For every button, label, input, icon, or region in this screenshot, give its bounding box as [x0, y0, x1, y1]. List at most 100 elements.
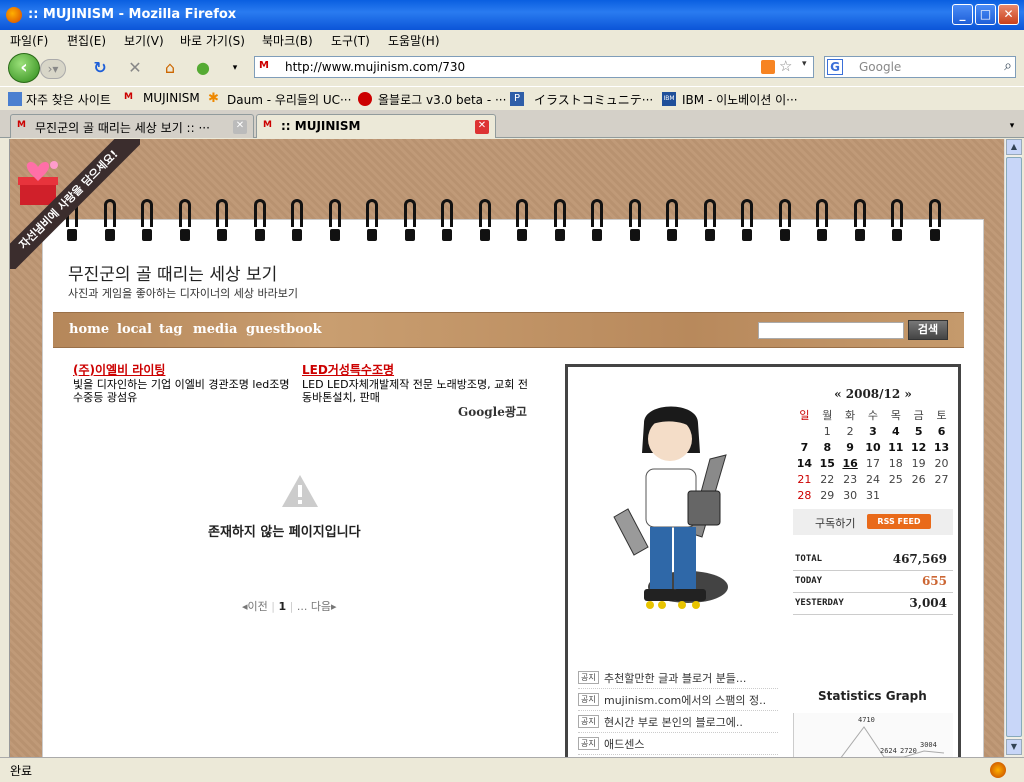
calendar-day[interactable]: 7 [793, 439, 816, 455]
charity-ribbon[interactable]: 자선냄비에 사랑을 담으세요! [10, 139, 140, 269]
pager-next[interactable]: ... 다음▸ [297, 600, 337, 613]
calendar-day[interactable]: 6 [930, 423, 953, 439]
ad-heading[interactable]: (주)이엘비 라이팅 [73, 361, 303, 378]
addon-icon[interactable]: ● [193, 58, 213, 78]
calendar: « 2008/12 » 일 월 화 수 목 금 토 1 2 3 4 5 6 7 … [793, 387, 953, 503]
google-ads-label[interactable]: Google광고 [458, 403, 527, 420]
tab-list-icon[interactable]: ▾ [1004, 116, 1020, 136]
back-button[interactable]: ‹ [8, 53, 40, 83]
spiral-ring [328, 199, 341, 243]
calendar-day: 25 [888, 472, 903, 486]
calendar-day[interactable]: 10 [862, 439, 885, 455]
nav-tag[interactable]: tag [159, 322, 183, 337]
tab-blog[interactable]: M 무진군의 골 때리는 세상 보기 :: ··· ✕ [10, 114, 254, 138]
list-item[interactable]: 공지 추천할만한 글과 블로거 분들... [578, 667, 778, 689]
scroll-thumb[interactable] [1006, 157, 1022, 737]
search-icon[interactable]: ⌕ [1004, 58, 1012, 74]
menu-tools[interactable]: 도구(T) [331, 32, 370, 49]
nav-home[interactable]: home [69, 322, 109, 337]
menu-bar: 파일(F) 편집(E) 보기(V) 바로 가기(S) 북마크(B) 도구(T) … [0, 30, 1024, 50]
vertical-scrollbar[interactable]: ▲ ▼ [1004, 139, 1022, 757]
menu-bookmarks[interactable]: 북마크(B) [262, 32, 313, 49]
pager-current[interactable]: 1 [278, 600, 286, 613]
stop-icon[interactable]: ✕ [125, 58, 145, 78]
weekday: 목 [890, 409, 901, 422]
calendar-day: 22 [820, 472, 835, 486]
tab-close-icon[interactable]: ✕ [233, 120, 247, 134]
url-dropdown-icon[interactable]: ▾ [802, 59, 807, 69]
search-bar[interactable]: G Google ⌕ [824, 56, 1016, 78]
calendar-day[interactable]: 8 [816, 439, 839, 455]
blog-title[interactable]: 무진군의 골 때리는 세상 보기 [68, 260, 277, 285]
calendar-day[interactable]: 3 [862, 423, 885, 439]
reload-icon[interactable]: ↻ [90, 58, 110, 78]
pager-prev[interactable]: ◂이전 [242, 600, 268, 613]
maximize-button[interactable]: □ [975, 4, 996, 25]
page-viewport: 자선냄비에 사랑을 담으세요! 무진군의 골 때리는 세상 보기 사진과 게임을… [10, 139, 1004, 757]
bookmark-allblog[interactable]: 올블로그 v3.0 beta - ··· [378, 91, 506, 108]
navigation-toolbar: ‹ ›▾ ↻ ✕ ⌂ ● ▾ M http://www.mujinism.com… [0, 50, 1024, 86]
calendar-day: 21 [797, 472, 812, 486]
notice-text[interactable]: mujinism.com에서의 스팸의 정.. [604, 692, 766, 708]
bookmark-mujinism[interactable]: MUJINISM [143, 91, 200, 105]
spiral-ring [891, 199, 903, 243]
bookmark-illust[interactable]: イラストコミュニテ··· [534, 91, 653, 108]
home-icon[interactable]: ⌂ [160, 58, 180, 78]
calendar-day[interactable]: 4 [884, 423, 907, 439]
menu-help[interactable]: 도움말(H) [388, 32, 440, 49]
nav-guestbook[interactable]: guestbook [246, 322, 322, 337]
spiral-ring [516, 199, 528, 243]
tab-close-icon[interactable]: ✕ [475, 120, 489, 134]
menu-view[interactable]: 보기(V) [124, 32, 164, 49]
calendar-day: 19 [911, 456, 926, 470]
blog-search-input[interactable] [758, 322, 904, 339]
notice-text[interactable]: 추천할만한 글과 블로거 분들... [604, 670, 746, 686]
nav-media[interactable]: media [193, 322, 237, 337]
url-bar[interactable]: M http://www.mujinism.com/730 ☆ ▾ [254, 56, 814, 78]
calendar-day[interactable]: 15 [816, 455, 839, 471]
calendar-day[interactable]: 5 [907, 423, 930, 439]
calendar-caption[interactable]: « 2008/12 » [793, 387, 953, 401]
notice-text[interactable]: 애드센스 [604, 736, 644, 752]
scroll-down-icon[interactable]: ▼ [1006, 739, 1022, 755]
menu-go[interactable]: 바로 가기(S) [180, 32, 245, 49]
menu-file[interactable]: 파일(F) [10, 32, 48, 49]
minimize-button[interactable]: _ [952, 4, 973, 25]
status-addon-icon[interactable] [990, 762, 1006, 778]
left-frame [0, 139, 10, 757]
list-item[interactable]: 공지 현시간 부로 본인의 블로그에.. [578, 711, 778, 733]
spiral-ring [591, 199, 603, 243]
scroll-up-icon[interactable]: ▲ [1006, 139, 1022, 155]
calendar-day[interactable]: 13 [930, 439, 953, 455]
calendar-day[interactable]: 11 [884, 439, 907, 455]
warning-icon [282, 475, 318, 507]
notice-tag: 공지 [578, 671, 599, 684]
bookmark-star-icon[interactable]: ☆ [779, 57, 792, 75]
calendar-day[interactable]: 14 [793, 455, 816, 471]
menu-edit[interactable]: 편집(E) [67, 32, 106, 49]
spiral-ring [441, 199, 453, 243]
calendar-day: 30 [843, 488, 858, 502]
blog-search-button[interactable]: 검색 [908, 320, 948, 340]
calendar-day-today[interactable]: 16 [839, 455, 862, 471]
rss-feed-button[interactable]: RSS FEED [867, 514, 931, 529]
url-text[interactable]: http://www.mujinism.com/730 [285, 60, 465, 74]
spiral-ring [366, 199, 378, 243]
rss-icon[interactable] [761, 60, 775, 74]
bookmark-ibm[interactable]: IBM - 이노베이션 이··· [682, 91, 798, 108]
notice-text[interactable]: 현시간 부로 본인의 블로그에.. [604, 714, 743, 730]
ad-heading[interactable]: LED거성특수조명 [302, 361, 532, 378]
list-item[interactable]: 공지 mujinism.com에서의 스팸의 정.. [578, 689, 778, 711]
bookmark-most-visited[interactable]: 자주 찾은 사이트 [26, 91, 111, 108]
dropdown-icon[interactable]: ▾ [225, 58, 245, 78]
google-icon[interactable]: G [827, 59, 843, 75]
calendar-day[interactable]: 9 [839, 439, 862, 455]
tab-mujinism[interactable]: M :: MUJINISM ✕ [256, 114, 496, 138]
forward-button[interactable]: ›▾ [40, 59, 66, 79]
nav-local[interactable]: local [117, 322, 152, 337]
bookmark-daum[interactable]: Daum - 우리들의 UC··· [227, 91, 351, 108]
list-item[interactable]: 공지 애드센스 [578, 733, 778, 755]
calendar-day[interactable]: 12 [907, 439, 930, 455]
close-window-button[interactable]: ✕ [998, 4, 1019, 25]
stat-key: TOTAL [795, 554, 823, 564]
